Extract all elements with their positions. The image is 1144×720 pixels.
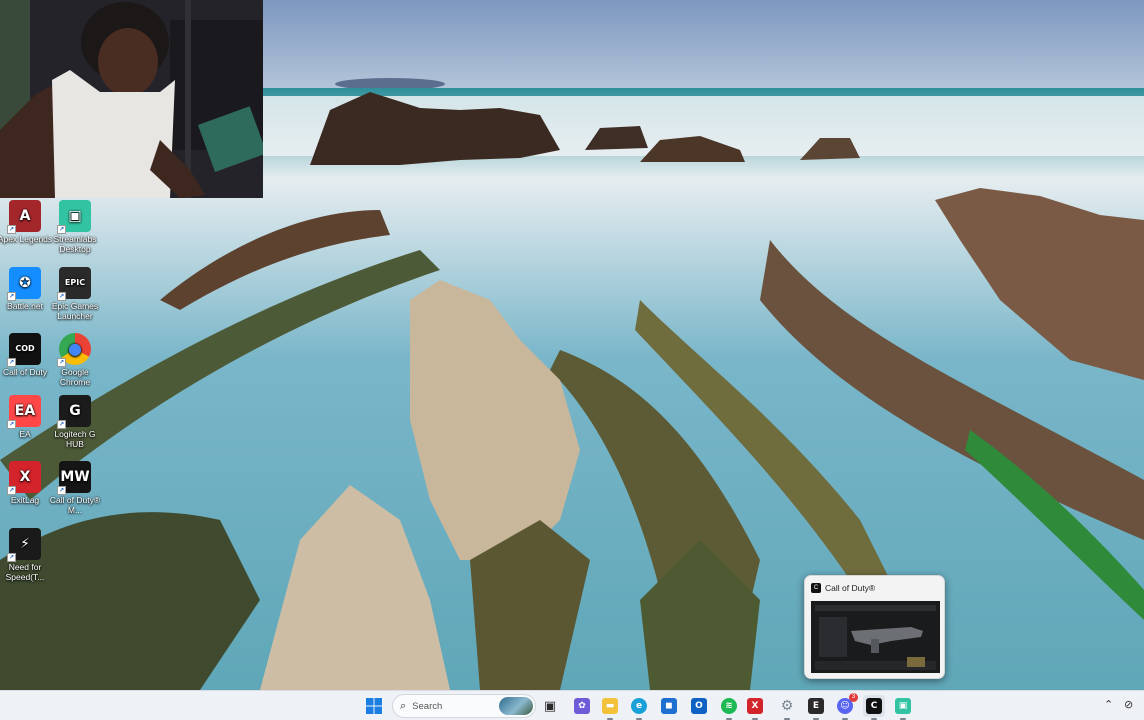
shortcut-arrow-icon: ↗ [7,420,16,429]
mwiii-icon: MW ↗ [57,461,91,495]
taskbar-copilot-button[interactable]: ✿ [571,695,593,717]
streamlabs-icon: ▣ [895,698,911,714]
desktop-shortcut-label: Epic Games Launcher [51,301,99,321]
taskbar-thumbnail-preview[interactable]: C Call of Duty® [804,575,945,679]
shortcut-arrow-icon: ↗ [7,225,16,234]
windows-start-icon [366,698,382,714]
desktop-shortcut[interactable]: ● ↗ Google Chrome [46,333,104,387]
desktop-shortcut[interactable]: ⚡ ↗ Need for Speed(T... [0,528,54,582]
desktop-shortcut-label: Call of Duty® M... [49,495,101,515]
logitech-ghub-icon: G ↗ [57,395,91,429]
search-placeholder: Search [412,700,443,712]
exitlag-icon: X ↗ [7,461,41,495]
taskbar-store-button[interactable]: ◼ [658,695,680,717]
notification-badge: 3 [849,693,858,702]
taskbar-search-box[interactable]: ⌕ Search [392,694,536,718]
search-highlight-image [499,697,533,715]
taskbar-outlook-button[interactable]: O [688,695,710,717]
shortcut-arrow-icon: ↗ [7,486,16,495]
taskbar-settings-button[interactable]: ⚙ [776,695,798,720]
folder-icon: ▬ [602,698,618,714]
taskbar-task-view-button[interactable]: ▣ [539,695,561,717]
task-view-icon: ▣ [543,698,557,714]
desktop-shortcut[interactable]: EPIC ↗ Epic Games Launcher [46,267,104,321]
taskbar-spotify-button[interactable]: ≋ [718,695,740,720]
desktop-shortcut-label: Logitech G HUB [54,429,96,449]
copilot-icon: ✿ [574,698,590,714]
desktop-shortcut-label: Need for Speed(T... [5,562,45,582]
spotify-icon: ≋ [721,698,737,714]
network-disconnected-icon[interactable]: ⊘ [1124,698,1133,711]
shortcut-arrow-icon: ↗ [57,225,66,234]
shortcut-arrow-icon: ↗ [7,553,16,562]
call-of-duty-icon: C [811,583,821,593]
store-icon: ◼ [661,698,677,714]
search-icon: ⌕ [400,699,407,712]
desktop-shortcut[interactable]: ▣ ↗ Streamlabs Desktop [46,200,104,254]
desktop-shortcut-label: Google Chrome [59,367,91,387]
thumbnail-title: Call of Duty® [825,583,876,593]
taskbar-exitlag-button[interactable]: X [744,695,766,720]
taskbar-epic-button[interactable]: E [805,695,827,720]
webcam-overlay [0,0,263,198]
call-of-duty-icon: COD ↗ [7,333,41,367]
thumbnail-window-preview[interactable] [811,601,940,673]
show-hidden-icons-chevron-icon[interactable]: ⌃ [1104,698,1113,711]
epic-games-icon: EPIC ↗ [57,267,91,301]
taskbar-streamlabs-button[interactable]: ▣ [892,695,914,720]
desktop-shortcut[interactable]: G ↗ Logitech G HUB [46,395,104,449]
shortcut-arrow-icon: ↗ [57,358,66,367]
taskbar-call-of-duty-button[interactable]: C [863,695,885,720]
streamlabs-icon: ▣ ↗ [57,200,91,234]
shortcut-arrow-icon: ↗ [7,358,16,367]
taskbar-discord-button[interactable]: ☺ 3 [834,693,858,720]
edge-icon: e [631,698,647,714]
shortcut-arrow-icon: ↗ [7,292,16,301]
desktop-shortcut[interactable]: MW ↗ Call of Duty® M... [46,461,104,515]
start-button[interactable] [363,695,385,717]
shortcut-arrow-icon: ↗ [57,486,66,495]
gear-icon: ⚙ [780,698,794,714]
outlook-icon: O [691,698,707,714]
shortcut-arrow-icon: ↗ [57,292,66,301]
call-of-duty-icon: C [866,698,882,714]
taskbar-edge-button[interactable]: e [628,695,650,720]
chrome-icon: ● ↗ [57,333,91,367]
need-for-speed-icon: ⚡ ↗ [7,528,41,562]
epic-games-icon: E [808,698,824,714]
battlenet-icon: ✪ ↗ [7,267,41,301]
exitlag-icon: X [747,698,763,714]
taskbar: ⌕ Search ▣ ✿ ▬ e ◼ O ≋ X ⚙ E ☺ 3 C ▣ ⌃ ⊘ [0,690,1144,720]
desktop-shortcut-label: Streamlabs Desktop [53,234,97,254]
apex-legends-icon: A ↗ [7,200,41,234]
taskbar-file-explorer-button[interactable]: ▬ [599,695,621,720]
shortcut-arrow-icon: ↗ [57,420,66,429]
ea-icon: EA ↗ [7,395,41,429]
